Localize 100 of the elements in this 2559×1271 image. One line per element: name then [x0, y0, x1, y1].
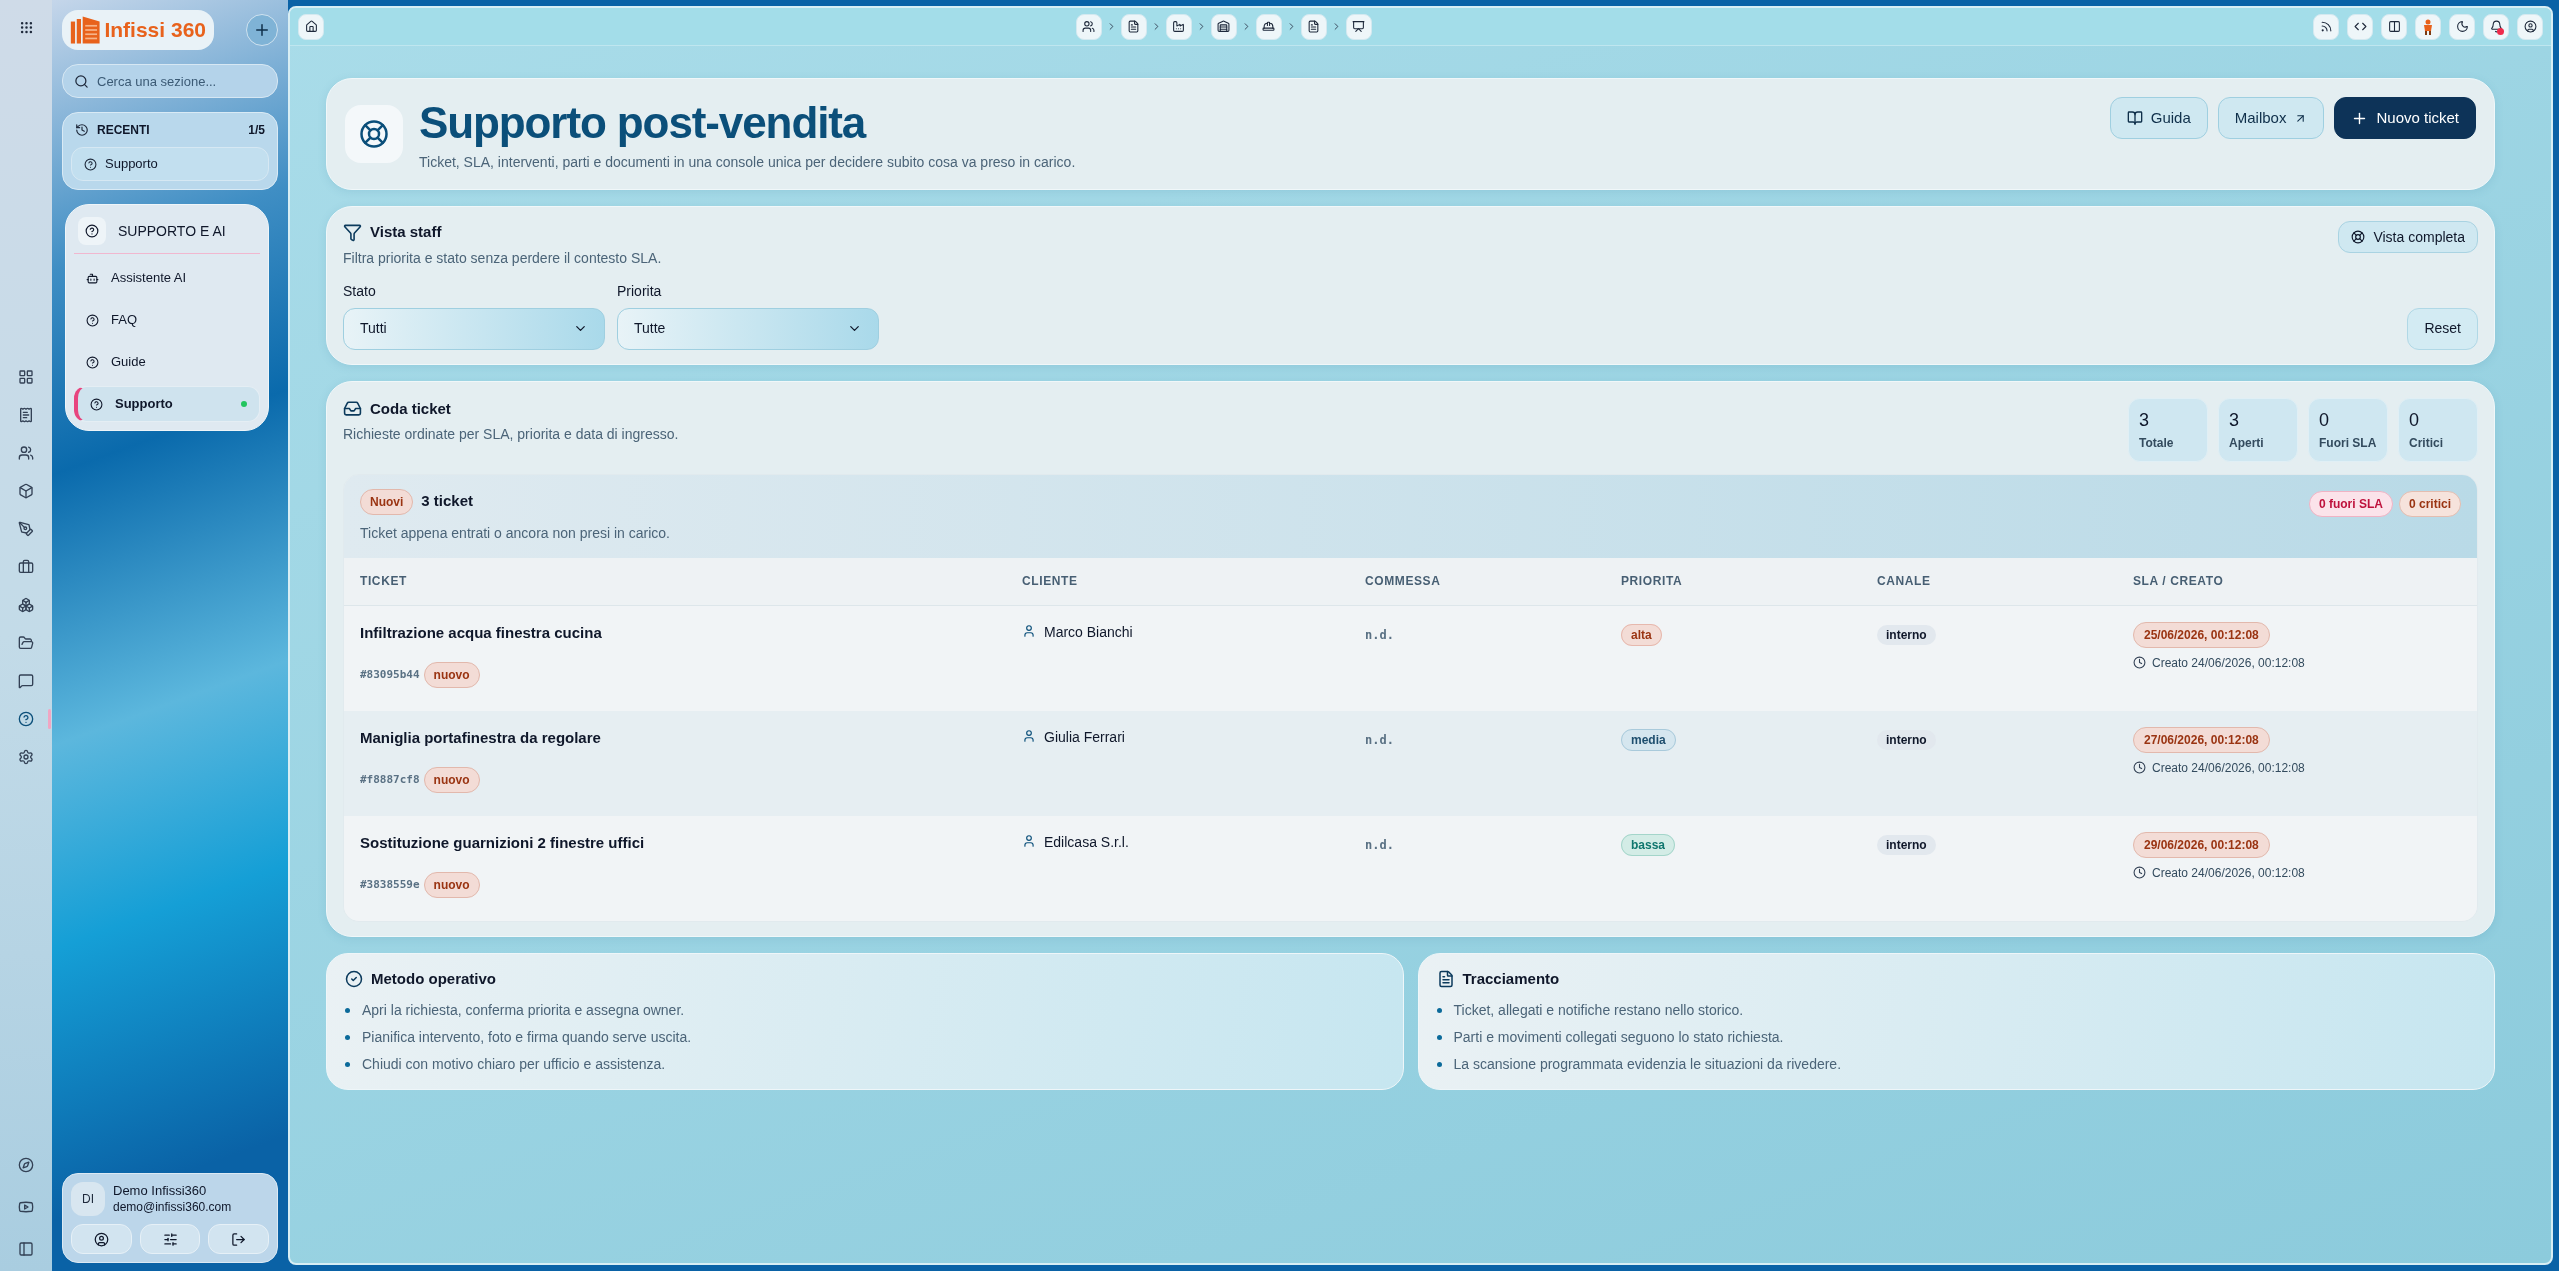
card-subtitle: Filtra priorita e stato senza perdere il contesto SLA.	[343, 248, 662, 268]
lifebuoy-icon	[2351, 230, 2366, 244]
robot-icon	[86, 271, 99, 285]
card-subtitle: Richieste ordinate per SLA, priorita e data di ingresso.	[343, 425, 679, 444]
header-button[interactable]: Mailbox	[2217, 97, 2325, 139]
inbox-icon	[343, 399, 362, 419]
breadcrumb-button[interactable]	[1210, 13, 1237, 40]
grid-icon[interactable]	[18, 369, 34, 385]
client-name: Edilcasa S.r.l.	[1044, 832, 1129, 852]
breadcrumb-button[interactable]	[1345, 13, 1372, 40]
page-title: Supporto post-vendita	[419, 97, 867, 149]
mascot-button[interactable]	[2415, 13, 2441, 40]
recent-count: 1/5	[248, 122, 265, 139]
code-icon	[2353, 20, 2367, 33]
bullet-text: Chiudi con motivo chiaro per ufficio e assistenza.	[362, 1055, 666, 1074]
users-icon	[1082, 20, 1095, 33]
preferences-button[interactable]	[139, 1224, 201, 1254]
document-icon	[1436, 969, 1455, 988]
ticket-id: #3838559e	[360, 876, 420, 893]
search-field[interactable]: Cerca una sezione...	[62, 64, 278, 98]
users-icon[interactable]	[18, 445, 34, 461]
clock-icon	[2133, 866, 2146, 879]
apps-icon[interactable]	[18, 20, 34, 35]
breadcrumb-button[interactable]	[1255, 13, 1282, 40]
bullet-text: Pianifica intervento, foto e firma quando serve uscita.	[362, 1028, 692, 1047]
status-badge: nuovo	[423, 662, 480, 688]
code-button[interactable]	[2347, 13, 2373, 40]
mascot-icon	[2422, 18, 2434, 35]
select-field[interactable]: Tutti	[343, 307, 605, 350]
collapse-icon[interactable]	[18, 1241, 34, 1257]
briefcase-icon[interactable]	[18, 559, 34, 575]
column-header: CLIENTE	[1022, 573, 1079, 590]
theme-button[interactable]	[2449, 13, 2475, 40]
board-icon	[1352, 20, 1365, 33]
chat-icon[interactable]	[18, 673, 34, 689]
folder-icon[interactable]	[18, 635, 34, 651]
avatar: DI	[71, 1182, 105, 1216]
add-button[interactable]	[246, 14, 278, 46]
page-subtitle: Ticket, SLA, interventi, parti e documenti in una console unica per decidere subito cosa va preso in carico.	[419, 153, 1076, 172]
help-icon	[90, 397, 103, 411]
breadcrumb-button[interactable]	[1165, 13, 1192, 40]
breadcrumb-button[interactable]	[1075, 13, 1102, 40]
feed-button[interactable]	[2313, 13, 2339, 40]
help-icon[interactable]	[18, 711, 34, 727]
boxes-icon[interactable]	[18, 597, 34, 613]
box-icon[interactable]	[18, 483, 34, 499]
count-badge: 0 fuori SLA	[2308, 490, 2393, 517]
logout-button[interactable]	[208, 1224, 269, 1254]
status-badge: nuovo	[423, 872, 480, 898]
group-title: 3 ticket	[421, 491, 474, 512]
recent-title: RECENTI	[97, 122, 150, 139]
nav-item[interactable]: Supporto	[74, 386, 260, 422]
recent-item[interactable]: Supporto	[71, 147, 269, 181]
receipt-icon[interactable]	[18, 407, 34, 423]
count-badge: 0 critici	[2398, 490, 2461, 517]
layout-button[interactable]	[2381, 13, 2407, 40]
pen-icon[interactable]	[18, 521, 34, 537]
check-circle-icon	[345, 969, 363, 988]
created-date: Creato 24/06/2026, 00:12:08	[2152, 759, 2305, 777]
client-name: Giulia Ferrari	[1044, 727, 1125, 747]
home-icon	[304, 20, 318, 33]
profile-button[interactable]	[71, 1224, 132, 1254]
commessa-value: n.d.	[1365, 837, 1394, 852]
video-icon[interactable]	[18, 1199, 34, 1215]
notifications-button[interactable]	[2483, 13, 2509, 40]
sla-badge: 29/06/2026, 00:12:08	[2133, 831, 2270, 858]
created-date: Creato 24/06/2026, 00:12:08	[2152, 654, 2305, 672]
breadcrumb-button[interactable]	[1120, 13, 1147, 40]
ticket-row[interactable]: Maniglia portafinestra da regolare #f8887cf8 nuovo Giulia Ferrari n.d. media interno 27/06/2026, 00:12:08 Creato 24/06/2026, 00:12:08	[344, 710, 2477, 816]
card-title: Coda ticket	[370, 398, 451, 419]
nav-item[interactable]: FAQ	[74, 302, 260, 338]
bullet-text: La scansione programmata evidenzia le situazioni da rivedere.	[1453, 1055, 1842, 1074]
stat-tile: 3 Aperti	[2218, 397, 2298, 462]
clock-icon	[2133, 656, 2146, 669]
reset-button[interactable]: Reset	[2407, 307, 2478, 350]
column-header: COMMESSA	[1365, 573, 1442, 590]
select-field[interactable]: Tutte	[617, 307, 879, 350]
compass-icon[interactable]	[18, 1157, 34, 1173]
bullet-text: Apri la richiesta, conferma priorita e assegna owner.	[362, 1001, 685, 1020]
home-button[interactable]	[298, 13, 324, 40]
user-icon	[1022, 728, 1036, 743]
full-view-button[interactable]: Vista completa	[2338, 221, 2478, 253]
sla-badge: 27/06/2026, 00:12:08	[2133, 726, 2270, 753]
column-header: CANALE	[1877, 573, 1932, 590]
user-email: demo@infissi360.com	[113, 1199, 232, 1215]
account-button[interactable]	[2517, 13, 2543, 40]
warehouse-icon	[1217, 20, 1230, 33]
field-label: Stato	[343, 281, 377, 301]
settings-icon[interactable]	[18, 749, 34, 765]
section-title: SUPPORTO E AI	[118, 221, 226, 241]
active-marker	[48, 709, 51, 729]
header-button[interactable]: Nuovo ticket	[2334, 97, 2476, 139]
header-button[interactable]: Guida	[2109, 97, 2208, 139]
card-title: Tracciamento	[1462, 968, 1560, 989]
channel-badge: interno	[1877, 624, 1936, 645]
logo-text: Infissi 360	[104, 17, 206, 44]
nav-item[interactable]: Guide	[74, 344, 260, 380]
nav-item[interactable]: Assistente AI	[74, 260, 260, 296]
filter-icon	[343, 222, 362, 242]
breadcrumb-button[interactable]	[1300, 13, 1327, 40]
